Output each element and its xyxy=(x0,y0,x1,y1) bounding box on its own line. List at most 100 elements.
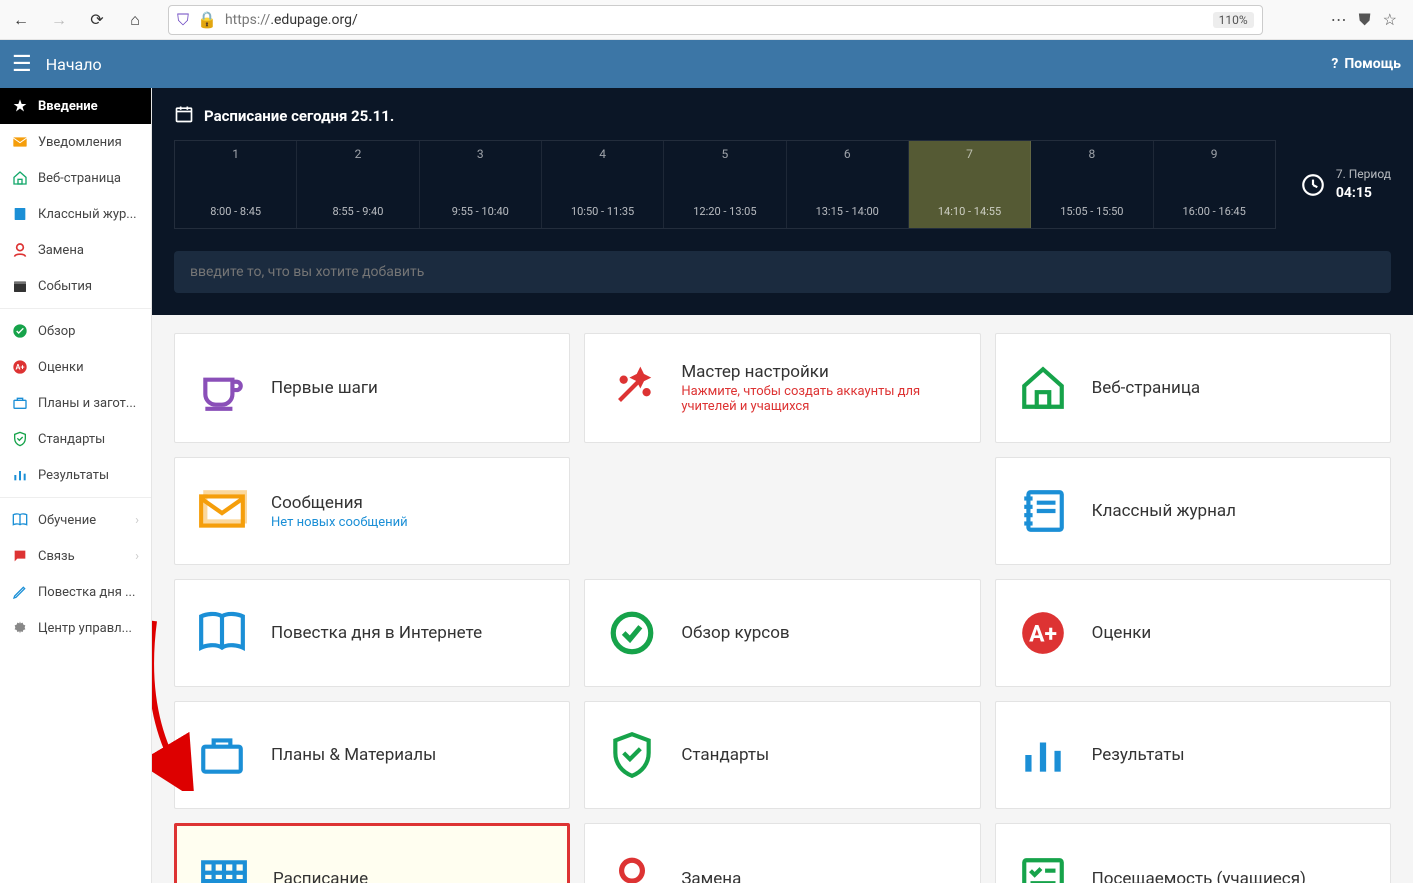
star-icon xyxy=(12,98,28,114)
tile-standards[interactable]: Стандарты xyxy=(584,701,980,809)
chrome-right-icons: ⋯ ⛊ ☆ xyxy=(1331,10,1407,30)
tile-title: Планы & Материалы xyxy=(271,745,436,765)
reload-button[interactable]: ⟳ xyxy=(82,5,112,35)
sidebar-item-label: Стандарты xyxy=(38,432,105,447)
tile-subtitle: Нет новых сообщений xyxy=(271,515,408,530)
bookmark-icon[interactable]: ☆ xyxy=(1383,10,1397,29)
home-icon xyxy=(1018,363,1068,413)
more-icon[interactable]: ⋯ xyxy=(1331,10,1347,29)
period-cell-5[interactable]: 512:20 - 13:05 xyxy=(664,141,786,228)
sidebar-item-comm[interactable]: Связь› xyxy=(0,538,151,574)
zoom-badge[interactable]: 110% xyxy=(1213,12,1254,28)
book-icon xyxy=(12,206,28,222)
sidebar-item-journal[interactable]: Классный жур... xyxy=(0,196,151,232)
tile-first-steps[interactable]: Первые шаги xyxy=(174,333,570,443)
tile-plans[interactable]: Планы & Материалы xyxy=(174,701,570,809)
tile-title: Стандарты xyxy=(681,745,769,765)
compose-input[interactable] xyxy=(174,251,1391,293)
clock-period-label: 7. Период xyxy=(1336,167,1391,181)
period-cell-8[interactable]: 815:05 - 15:50 xyxy=(1031,141,1153,228)
period-time: 14:10 - 14:55 xyxy=(909,205,1030,218)
period-cell-4[interactable]: 4 10:50 - 11:35 xyxy=(542,141,664,228)
sidebar-item-learning[interactable]: Обучение› xyxy=(0,502,151,538)
chevron-right-icon: › xyxy=(135,513,139,528)
url-bar[interactable]: ⛉ 🔒 https://.edupage.org/ 110% xyxy=(168,5,1263,35)
compose-box xyxy=(174,251,1391,293)
svg-text:A+: A+ xyxy=(1029,620,1057,647)
schedule-hero: Расписание сегодня 25.11. 18:00 - 8:4528… xyxy=(152,88,1413,315)
pocket-icon[interactable]: ⛊ xyxy=(1359,10,1371,30)
bars-icon xyxy=(12,467,28,483)
sidebar-item-agenda[interactable]: Повестка дня ... xyxy=(0,574,151,610)
tile-courses[interactable]: Обзор курсов xyxy=(584,579,980,687)
a-icon: A+ xyxy=(1018,608,1068,658)
period-cell-7[interactable]: 7 14:10 - 14:55 xyxy=(909,141,1031,228)
sidebar-item-intro[interactable]: Введение xyxy=(0,88,151,124)
sidebar-item-label: Введение xyxy=(38,99,98,114)
sidebar-item-standards[interactable]: Стандарты xyxy=(0,421,151,457)
topbar: ☰ Начало ? Помощь xyxy=(0,40,1413,88)
period-number: 3 xyxy=(420,147,541,161)
tile-agenda[interactable]: Повестка дня в Интернете xyxy=(174,579,570,687)
period-time: 9:55 - 10:40 xyxy=(420,205,541,218)
sidebar-item-label: Связь xyxy=(38,549,75,564)
browser-chrome: ← → ⟳ ⌂ ⛉ 🔒 https://.edupage.org/ 110% ⋯… xyxy=(0,0,1413,40)
menu-icon[interactable]: ☰ xyxy=(12,52,32,77)
sidebar-item-overview[interactable]: Обзор xyxy=(0,313,151,349)
period-number: 6 xyxy=(787,147,908,161)
tile-web[interactable]: Веб-страница xyxy=(995,333,1391,443)
period-time: 10:50 - 11:35 xyxy=(542,205,663,218)
forward-button[interactable]: → xyxy=(44,5,74,35)
help-link[interactable]: ? Помощь xyxy=(1331,56,1401,72)
sidebar-item-label: Классный жур... xyxy=(38,207,137,222)
envelope-icon xyxy=(197,486,247,536)
home-icon xyxy=(12,170,28,186)
tile-results[interactable]: Результаты xyxy=(995,701,1391,809)
sidebar-item-web[interactable]: Веб-страница xyxy=(0,160,151,196)
shield-icon xyxy=(607,730,657,780)
sidebar-item-plans[interactable]: Планы и загот... xyxy=(0,385,151,421)
tile-title: Повестка дня в Интернете xyxy=(271,623,482,643)
lock-icon: 🔒 xyxy=(197,10,217,29)
period-time: 8:00 - 8:45 xyxy=(175,205,296,218)
period-time: 8:55 - 9:40 xyxy=(297,205,418,218)
tile-wizard[interactable]: Мастер настройкиНажмите, чтобы создать а… xyxy=(584,333,980,443)
tile-title: Посещаемость (учащиеся) xyxy=(1092,869,1306,883)
case-icon xyxy=(12,395,28,411)
tile-timetable[interactable]: Расписание xyxy=(174,823,570,883)
period-cell-1[interactable]: 18:00 - 8:45 xyxy=(175,141,297,228)
sidebar-item-grades[interactable]: A+Оценки xyxy=(0,349,151,385)
tile-sub[interactable]: Замена xyxy=(584,823,980,883)
period-time: 12:20 - 13:05 xyxy=(664,205,785,218)
period-number: 4 xyxy=(542,147,663,161)
pen-icon xyxy=(12,584,28,600)
period-time: 16:00 - 16:45 xyxy=(1154,205,1275,218)
period-cell-2[interactable]: 28:55 - 9:40 xyxy=(297,141,419,228)
sidebar-item-notif[interactable]: Уведомления xyxy=(0,124,151,160)
sidebar-item-admin[interactable]: Центр управл... xyxy=(0,610,151,646)
period-cell-6[interactable]: 6 13:15 - 14:00 xyxy=(787,141,909,228)
tile-messages[interactable]: СообщенияНет новых сообщений xyxy=(174,457,570,565)
tile-title: Первые шаги xyxy=(271,378,378,398)
period-time: 13:15 - 14:00 xyxy=(787,205,908,218)
calendar-icon xyxy=(174,104,194,128)
tile-grades[interactable]: A+ Оценки xyxy=(995,579,1391,687)
period-number: 7 xyxy=(909,147,1030,161)
sidebar-item-label: Оценки xyxy=(38,360,84,375)
home-button[interactable]: ⌂ xyxy=(120,5,150,35)
sidebar-item-label: Уведомления xyxy=(38,135,122,150)
url-text: https://.edupage.org/ xyxy=(225,12,1205,28)
sidebar-item-events[interactable]: События xyxy=(0,268,151,304)
schedule-title: Расписание сегодня 25.11. xyxy=(204,107,394,125)
sidebar-item-sub[interactable]: Замена xyxy=(0,232,151,268)
period-cell-3[interactable]: 3 9:55 - 10:40 xyxy=(420,141,542,228)
period-cell-9[interactable]: 916:00 - 16:45 xyxy=(1154,141,1275,228)
back-button[interactable]: ← xyxy=(6,5,36,35)
sidebar-item-results[interactable]: Результаты xyxy=(0,457,151,493)
tile-title: Мастер настройки xyxy=(681,362,957,382)
tile-subtitle: Нажмите, чтобы создать аккаунты для учит… xyxy=(681,384,957,414)
tile-title: Оценки xyxy=(1092,623,1152,643)
tile-journal[interactable]: Классный журнал xyxy=(995,457,1391,565)
tile-attendance[interactable]: Посещаемость (учащиеся) xyxy=(995,823,1391,883)
gear-icon xyxy=(12,620,28,636)
